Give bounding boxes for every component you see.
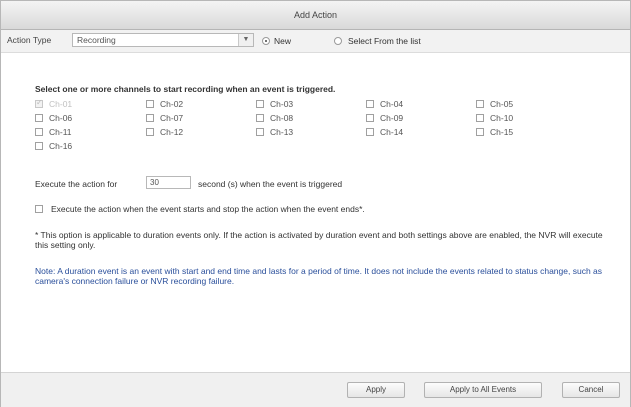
chevron-down-icon[interactable]: ▼ <box>238 34 253 46</box>
duration-footnote: * This option is applicable to duration … <box>35 230 603 250</box>
channel-checkbox[interactable] <box>366 128 374 136</box>
channel-checkbox[interactable] <box>476 128 484 136</box>
channel-label: Ch-09 <box>380 113 404 123</box>
channel-label: Ch-12 <box>160 127 184 137</box>
channel-label: Ch-05 <box>490 99 514 109</box>
channels-heading: Select one or more channels to start rec… <box>35 84 336 94</box>
add-action-dialog: Add Action Action Type Recording ▼ New S… <box>0 0 631 407</box>
channel-label: Ch-02 <box>160 99 184 109</box>
action-type-label: Action Type <box>7 35 52 45</box>
channel-checkbox[interactable] <box>146 128 154 136</box>
channel-label: Ch-07 <box>160 113 184 123</box>
action-type-select[interactable]: Recording ▼ <box>72 33 254 47</box>
channel-label: Ch-13 <box>270 127 294 137</box>
select-from-list-label: Select From the list <box>348 36 421 46</box>
channel-label: Ch-16 <box>49 141 73 151</box>
channel-label: Ch-10 <box>490 113 514 123</box>
channel-checkbox[interactable] <box>256 128 264 136</box>
channel-checkbox[interactable] <box>366 100 374 108</box>
duration-note: Note: A duration event is an event with … <box>35 266 603 286</box>
channel-label: Ch-01 <box>49 99 73 109</box>
channel-checkbox[interactable] <box>366 114 374 122</box>
channel-checkbox[interactable] <box>476 100 484 108</box>
action-type-value: Recording <box>77 35 116 45</box>
channel-label: Ch-04 <box>380 99 404 109</box>
channel-checkbox[interactable] <box>35 114 43 122</box>
cancel-button[interactable]: Cancel <box>562 382 620 398</box>
new-radio[interactable] <box>262 37 270 45</box>
channel-label: Ch-08 <box>270 113 294 123</box>
channel-checkbox[interactable] <box>256 100 264 108</box>
apply-to-all-events-button[interactable]: Apply to All Events <box>424 382 542 398</box>
channel-label: Ch-11 <box>49 127 72 137</box>
execute-for-label: Execute the action for <box>35 179 118 189</box>
channel-checkbox[interactable] <box>146 114 154 122</box>
start-stop-label: Execute the action when the event starts… <box>51 204 365 214</box>
new-label: New <box>274 36 292 46</box>
channel-checkbox[interactable] <box>35 98 43 108</box>
channel-checkbox[interactable] <box>35 142 43 150</box>
start-stop-checkbox[interactable] <box>35 205 43 213</box>
channel-label: Ch-06 <box>49 113 73 123</box>
channel-label: Ch-15 <box>490 127 514 137</box>
execute-seconds-input[interactable]: 30 <box>146 176 191 189</box>
channel-label: Ch-03 <box>270 99 294 109</box>
apply-button[interactable]: Apply <box>347 382 405 398</box>
execute-seconds-suffix: second (s) when the event is triggered <box>198 179 343 189</box>
channel-checkbox[interactable] <box>146 100 154 108</box>
channel-checkbox[interactable] <box>476 114 484 122</box>
select-from-list-radio[interactable] <box>334 37 342 45</box>
channel-checkbox[interactable] <box>256 114 264 122</box>
action-type-toolbar: Action Type Recording ▼ New Select From … <box>1 30 630 53</box>
channel-label: Ch-14 <box>380 127 404 137</box>
dialog-footer: Apply Apply to All Events Cancel <box>1 372 630 407</box>
dialog-title: Add Action <box>1 1 630 30</box>
channel-checkbox[interactable] <box>35 128 43 136</box>
